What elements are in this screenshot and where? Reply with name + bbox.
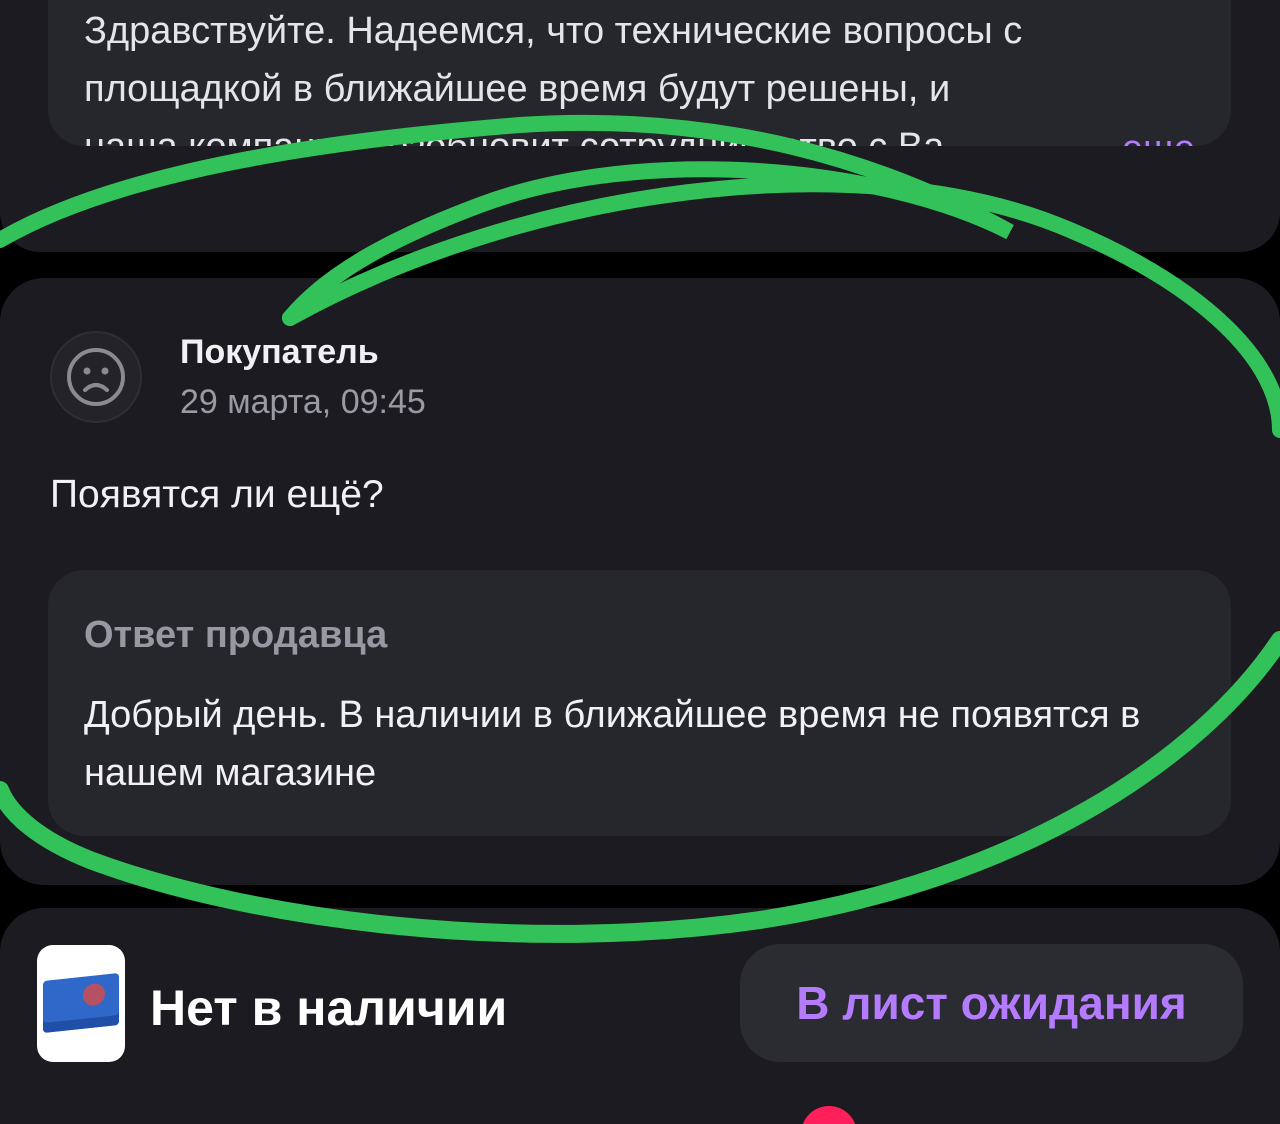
previous-seller-answer: Здравствуйте. Надеемся, что технические … — [48, 0, 1231, 146]
sad-face-icon — [67, 348, 125, 406]
product-box-graphic — [43, 973, 119, 1033]
seller-answer-title: Ответ продавца — [84, 614, 388, 656]
previous-review-card: Здравствуйте. Надеемся, что технические … — [0, 0, 1280, 252]
previous-answer-line: площадкой в ближайшее время будут решены… — [84, 68, 951, 110]
previous-answer-line: Здравствуйте. Надеемся, что технические … — [84, 10, 1023, 52]
previous-answer-text: Здравствуйте. Надеемся, что технические … — [84, 2, 1204, 146]
product-box-image[interactable] — [37, 945, 125, 1062]
review-question: Появятся ли ещё? — [50, 473, 384, 516]
more-link[interactable]: еще — [1061, 120, 1195, 146]
review-card: Покупатель 29 марта, 09:45 Появятся ли е… — [0, 278, 1280, 885]
stock-status: Нет в наличии — [150, 980, 508, 1036]
waitlist-button[interactable]: В лист ожидания — [740, 944, 1243, 1062]
review-author: Покупатель — [180, 333, 379, 371]
seller-answer-box: Ответ продавца Добрый день. В наличии в … — [48, 570, 1231, 836]
review-date: 29 марта, 09:45 — [180, 383, 426, 421]
bottom-action-bar: Нет в наличии В лист ожидания — [0, 908, 1280, 1124]
seller-answer-text: Добрый день. В наличии в ближайшее время… — [84, 694, 1141, 794]
previous-answer-line: наша компания возобновит сотрудничество … — [84, 118, 1204, 146]
screen: Здравствуйте. Надеемся, что технические … — [0, 0, 1280, 1124]
avatar — [50, 331, 142, 423]
